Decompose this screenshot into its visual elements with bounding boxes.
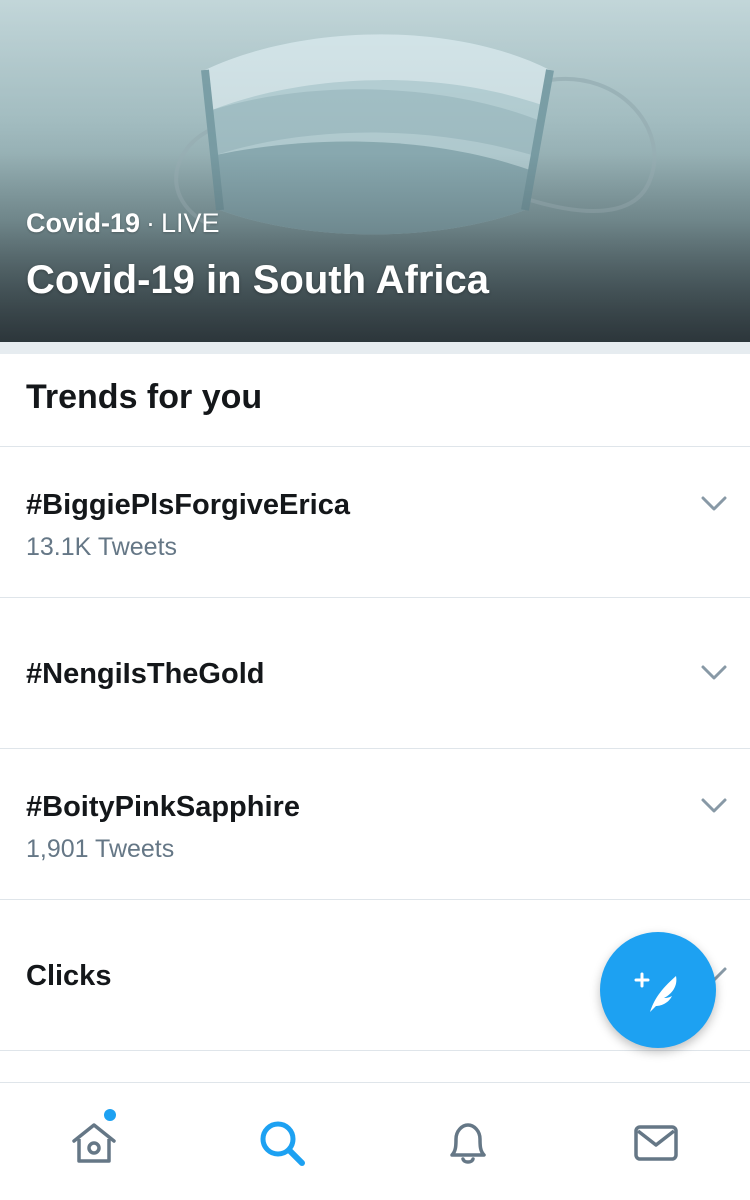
hero-category: Covid-19 (26, 208, 141, 238)
section-divider (0, 342, 750, 354)
trend-item[interactable]: #BoityPinkSapphire 1,901 Tweets (0, 749, 750, 900)
trend-name: Clicks (26, 960, 112, 992)
compose-tweet-button[interactable] (600, 932, 716, 1048)
compose-tweet-icon (634, 972, 677, 1012)
trend-tweet-count: 1,901 Tweets (26, 835, 175, 863)
nav-home-button[interactable] (64, 1109, 124, 1173)
nav-messages-button[interactable] (626, 1113, 686, 1173)
chevron-down-icon[interactable] (700, 797, 728, 815)
trends-title: Trends for you (26, 378, 263, 416)
search-icon (260, 1121, 305, 1166)
nav-notifications-button[interactable] (438, 1113, 498, 1173)
trends-header: Trends for you (0, 354, 750, 447)
hero-separator: · (146, 208, 156, 238)
trend-name: #BiggiePlsForgiveErica (26, 489, 350, 521)
hero-meta: Covid-19 · LIVE (26, 208, 220, 239)
trend-item[interactable]: #NengiIsTheGold (0, 598, 750, 749)
bottom-navigation (0, 1082, 750, 1200)
hero-status: LIVE (161, 208, 220, 238)
trend-item[interactable]: #BiggiePlsForgiveErica 13.1K Tweets (0, 447, 750, 598)
chevron-down-icon[interactable] (700, 495, 728, 513)
hero-title: Covid-19 in South Africa (26, 258, 490, 302)
messages-envelope-icon (634, 1125, 678, 1161)
hero-banner[interactable]: Covid-19 · LIVE Covid-19 in South Africa (0, 0, 750, 342)
notifications-bell-icon (450, 1123, 486, 1164)
nav-search-button[interactable] (252, 1113, 312, 1173)
notification-dot (104, 1109, 116, 1121)
home-icon (72, 1123, 116, 1163)
trend-tweet-count: 13.1K Tweets (26, 533, 178, 561)
trend-name: #BoityPinkSapphire (26, 791, 300, 823)
trend-name: #NengiIsTheGold (26, 658, 265, 690)
chevron-down-icon[interactable] (700, 664, 728, 682)
